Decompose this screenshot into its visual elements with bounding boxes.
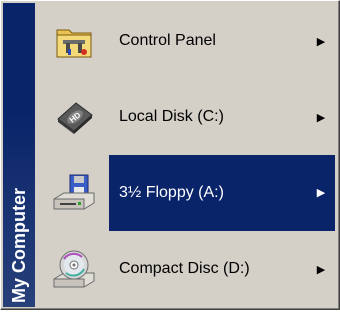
menu-item-label: 3½ Floppy (A:) — [109, 155, 307, 231]
menu-item-floppy[interactable]: 3½ Floppy (A:) ▶ — [39, 155, 335, 231]
side-banner: My Computer — [3, 3, 35, 307]
menu-item-label: Local Disk (C:) — [119, 108, 224, 125]
menu-item-label: Compact Disc (D:) — [119, 260, 250, 277]
submenu-arrow-icon: ▶ — [316, 263, 326, 276]
start-submenu: My Computer Control Panel ▶ HD Local Dis… — [0, 0, 340, 310]
hard-disk-icon: HD — [39, 79, 109, 155]
floppy-drive-icon — [39, 155, 109, 231]
cd-drive-icon — [39, 231, 109, 307]
control-panel-icon — [39, 3, 109, 79]
submenu-arrow-icon: ▶ — [307, 155, 335, 231]
menu-item-compact-disc[interactable]: Compact Disc (D:) ▶ — [39, 231, 335, 307]
menu-item-label: Control Panel — [119, 32, 216, 49]
submenu-arrow-icon: ▶ — [316, 35, 326, 48]
side-banner-title: My Computer — [9, 187, 29, 303]
menu-items: Control Panel ▶ HD Local Disk (C:) ▶ 3½ … — [39, 3, 335, 307]
submenu-arrow-icon: ▶ — [316, 111, 326, 124]
menu-item-local-disk[interactable]: HD Local Disk (C:) ▶ — [39, 79, 335, 155]
menu-item-control-panel[interactable]: Control Panel ▶ — [39, 3, 335, 79]
